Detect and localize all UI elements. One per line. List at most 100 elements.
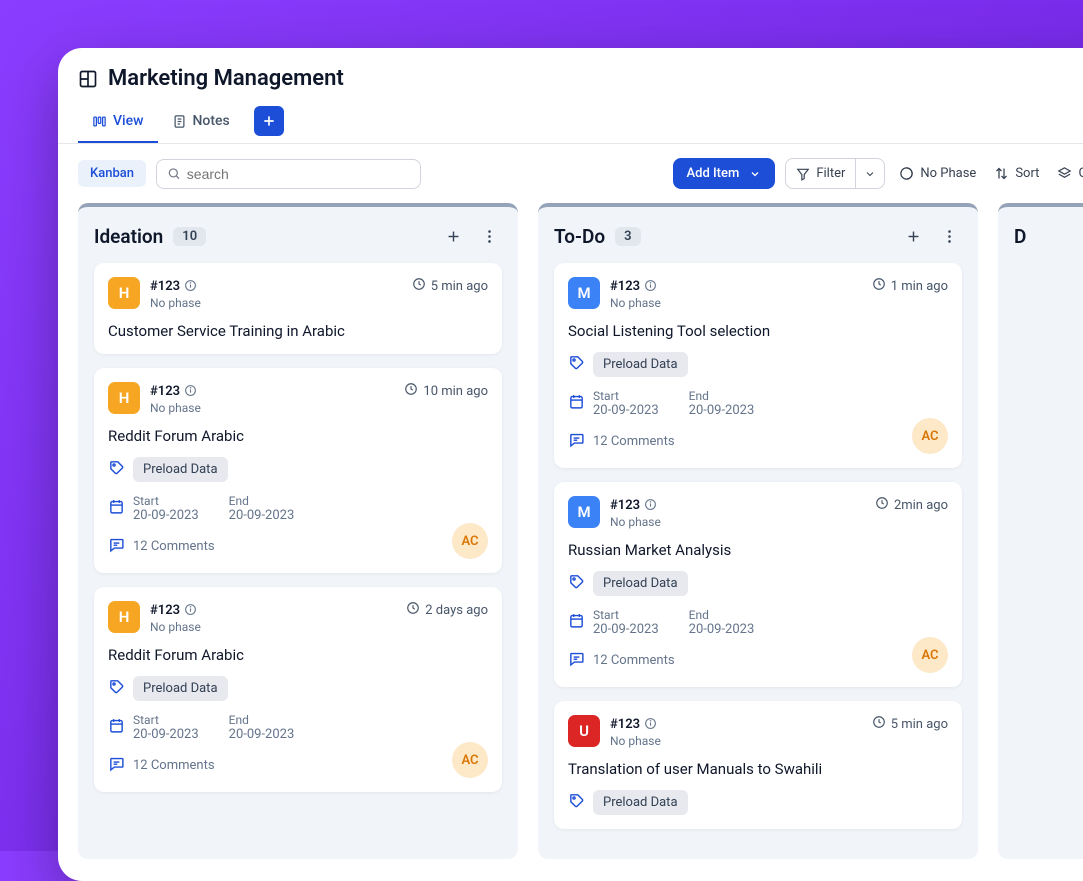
card-tag: Preload Data <box>593 352 688 377</box>
filter-button[interactable]: Filter <box>785 158 855 189</box>
end-date: 20-09-2023 <box>229 727 295 742</box>
end-date: 20-09-2023 <box>689 622 755 637</box>
start-date: 20-09-2023 <box>133 508 199 523</box>
card-phase: No phase <box>610 296 661 310</box>
kanban-card[interactable]: H#123No phase2 days agoReddit Forum Arab… <box>94 587 502 792</box>
end-label: End <box>229 713 295 727</box>
calendar-icon <box>568 612 585 633</box>
group-button[interactable]: Gro <box>1053 160 1083 187</box>
view-icon <box>92 114 107 129</box>
card-phase: No phase <box>610 515 661 529</box>
assignee-badge[interactable]: AC <box>452 742 488 778</box>
card-avatar: H <box>108 601 140 633</box>
kanban-column: To-Do 3 M #123 No phase 1 min ago Social Liste… <box>538 203 978 859</box>
filter-icon <box>796 167 810 181</box>
layers-icon <box>1057 166 1072 181</box>
end-date: 20-09-2023 <box>689 403 755 418</box>
search-box[interactable] <box>156 159 421 189</box>
start-label: Start <box>593 389 659 403</box>
kanban-card[interactable]: M#123No phase2min agoRussian Market Anal… <box>554 482 962 687</box>
clock-icon <box>872 277 886 295</box>
column-header: D <box>1014 223 1083 249</box>
tab-notes[interactable]: Notes <box>158 105 244 143</box>
kanban-card[interactable]: H #123 No phase 10 min ago Reddit Forum Arab… <box>94 368 502 573</box>
tab-view[interactable]: View <box>78 105 158 143</box>
no-phase-label: No Phase <box>920 166 976 181</box>
card-avatar: U <box>568 715 600 747</box>
end-label: End <box>229 494 295 508</box>
calendar-icon <box>108 498 125 519</box>
end-label: End <box>689 389 755 403</box>
header: Marketing Management <box>58 48 1083 91</box>
start-date: 20-09-2023 <box>593 403 659 418</box>
column-add-button[interactable] <box>440 223 466 249</box>
tab-notes-label: Notes <box>193 113 230 129</box>
column-title: To-Do <box>554 225 605 248</box>
sort-label: Sort <box>1015 166 1039 181</box>
start-label: Start <box>133 494 199 508</box>
card-id: #123 <box>610 717 640 732</box>
chevron-down-icon <box>749 168 761 180</box>
card-time: 1 min ago <box>872 277 948 295</box>
card-phase: No phase <box>150 401 201 415</box>
card-id: #123 <box>150 384 180 399</box>
card-title: Social Listening Tool selection <box>568 322 948 340</box>
clock-icon <box>406 601 420 619</box>
assignee-badge[interactable]: AC <box>912 418 948 454</box>
card-comments[interactable]: 12 Comments <box>108 536 215 557</box>
app-window: Marketing Management View Notes Kanban A… <box>58 48 1083 881</box>
card-id: #123 <box>610 498 640 513</box>
card-comments[interactable]: 12 Comments <box>568 650 675 671</box>
info-icon <box>644 496 657 515</box>
add-item-button[interactable]: Add Item <box>673 158 776 189</box>
add-tab-button[interactable] <box>254 106 284 136</box>
card-avatar: H <box>108 382 140 414</box>
assignee-badge[interactable]: AC <box>912 637 948 673</box>
assignee-badge[interactable]: AC <box>452 523 488 559</box>
filter-dropdown-button[interactable] <box>855 158 885 189</box>
no-phase-button[interactable]: No Phase <box>895 160 980 187</box>
card-title: Reddit Forum Arabic <box>108 427 488 445</box>
notes-icon <box>172 114 187 129</box>
start-label: Start <box>593 608 659 622</box>
view-mode-pill[interactable]: Kanban <box>78 160 146 187</box>
sort-button[interactable]: Sort <box>990 160 1043 187</box>
info-icon <box>644 277 657 296</box>
filter-group: Filter <box>785 158 885 189</box>
kanban-card[interactable]: M#123No phase1 min agoSocial Listening T… <box>554 263 962 468</box>
column-more-button[interactable] <box>476 223 502 249</box>
clock-icon <box>875 496 889 514</box>
comment-icon <box>108 755 125 776</box>
column-add-button[interactable] <box>900 223 926 249</box>
card-comments[interactable]: 12 Comments <box>568 431 675 452</box>
search-input[interactable] <box>187 166 410 182</box>
comment-icon <box>568 431 585 452</box>
search-icon <box>167 166 181 181</box>
card-id: #123 <box>150 603 180 618</box>
info-icon <box>184 382 197 401</box>
tag-icon <box>568 792 585 813</box>
column-title: D <box>1014 225 1026 248</box>
group-label: Gro <box>1078 166 1083 181</box>
card-title: Reddit Forum Arabic <box>108 646 488 664</box>
tag-icon <box>568 354 585 375</box>
card-comments[interactable]: 12 Comments <box>108 755 215 776</box>
info-icon <box>184 277 197 296</box>
start-date: 20-09-2023 <box>133 727 199 742</box>
kanban-card[interactable]: U#123No phase5 min agoTranslation of use… <box>554 701 962 829</box>
end-date: 20-09-2023 <box>229 508 295 523</box>
card-time: 10 min ago <box>404 382 488 400</box>
card-phase: No phase <box>150 296 201 310</box>
calendar-icon <box>568 393 585 414</box>
board-icon <box>78 69 98 89</box>
toolbar: Kanban Add Item Filter No Phase Sort <box>58 144 1083 203</box>
card-time: 5 min ago <box>872 715 948 733</box>
column-more-button[interactable] <box>936 223 962 249</box>
kanban-column: D <box>998 203 1083 859</box>
column-header: To-Do 3 <box>554 223 962 249</box>
clock-icon <box>412 277 426 295</box>
card-avatar: M <box>568 277 600 309</box>
kanban-card[interactable]: H#123No phase5 min agoCustomer Service T… <box>94 263 502 354</box>
column-count: 3 <box>615 227 640 246</box>
clock-icon <box>404 382 418 400</box>
